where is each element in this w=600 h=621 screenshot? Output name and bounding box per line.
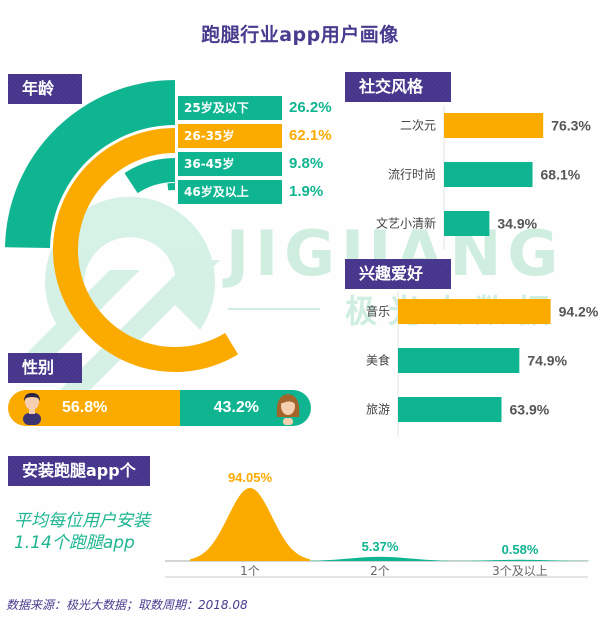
data-source-footer: 数据来源：极光大数据；取数周期：2018.08 — [6, 598, 248, 612]
install-value-label: 94.05% — [228, 470, 273, 485]
install-chart: 94.05% 1个 5.37% 2个 0.58% 3个及以上 — [165, 470, 590, 578]
install-category-label: 3个及以上 — [492, 564, 548, 578]
install-value-label: 0.58% — [502, 542, 539, 557]
install-peak — [450, 559, 590, 561]
install-peak — [310, 556, 450, 561]
install-value-label: 5.37% — [362, 539, 399, 554]
install-peak — [190, 488, 310, 561]
install-category-label: 2个 — [370, 564, 390, 578]
install-category-label: 1个 — [240, 564, 260, 578]
